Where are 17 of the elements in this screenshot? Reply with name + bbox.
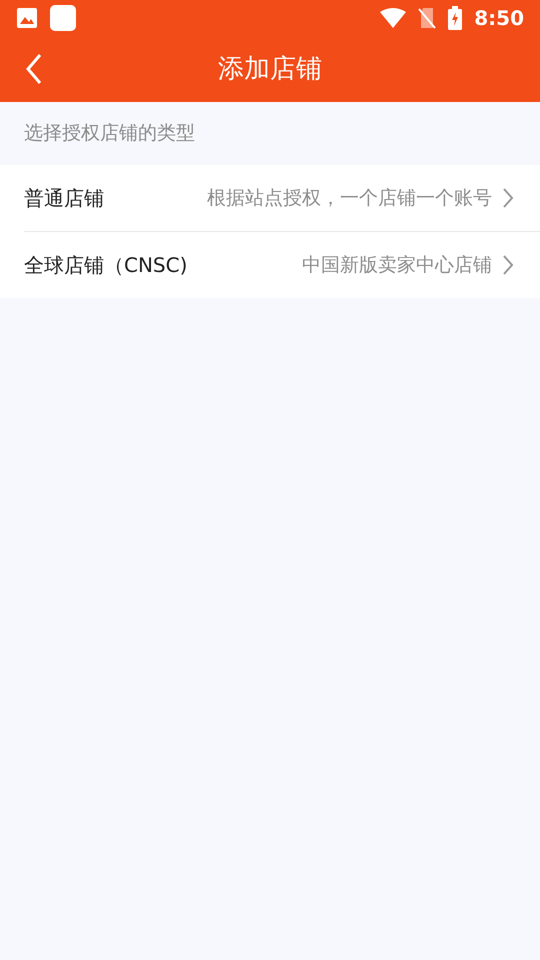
row-title: 全球店铺（CNSC): [24, 252, 188, 279]
section-label: 选择授权店铺的类型: [24, 121, 195, 146]
row-title: 普通店铺: [24, 185, 104, 212]
page-title: 添加店铺: [218, 52, 322, 86]
row-description: 中国新版卖家中心店铺: [302, 252, 492, 278]
shop-type-row[interactable]: 普通店铺 根据站点授权，一个店铺一个账号: [0, 165, 540, 231]
status-time: 8:50: [474, 5, 524, 32]
back-icon: [25, 53, 43, 85]
no-sim-icon: [418, 7, 436, 29]
image-icon: [16, 7, 38, 29]
app-icon: [50, 5, 76, 31]
shop-type-row[interactable]: 全球店铺（CNSC) 中国新版卖家中心店铺: [0, 232, 540, 298]
chevron-icon: [502, 187, 514, 209]
battery-charging-icon: [448, 6, 462, 30]
row-description: 根据站点授权，一个店铺一个账号: [207, 186, 492, 211]
chevron-icon: [502, 254, 514, 276]
wifi-icon: [380, 8, 406, 28]
